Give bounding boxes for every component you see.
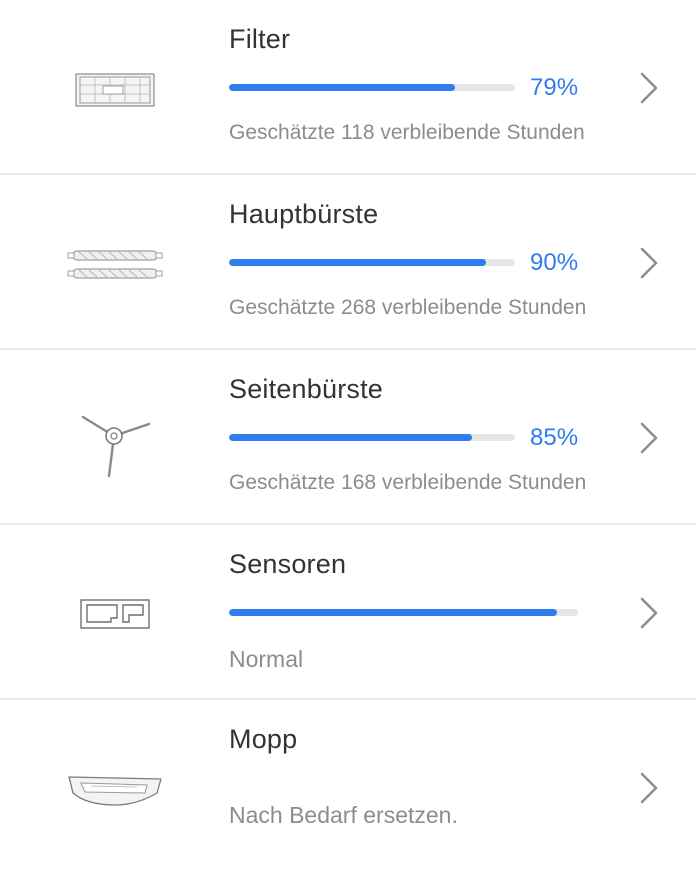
item-title: Sensoren <box>229 549 347 579</box>
item-title: Mopp <box>229 724 298 754</box>
consumables-list: Filter 79% Geschätzte 118 verbleibende S… <box>0 0 696 873</box>
item-subtitle: Geschätzte 268 verbleibende Stunden <box>229 296 587 319</box>
list-item-filter[interactable]: Filter 79% Geschätzte 118 verbleibende S… <box>0 0 696 175</box>
progress-bar <box>229 259 515 266</box>
item-subtitle: Nach Bedarf ersetzen. <box>229 802 458 828</box>
progress-fill <box>229 609 558 616</box>
percent-label: 85% <box>530 424 579 451</box>
side-brush-icon <box>60 400 170 480</box>
chevron-right-icon[interactable] <box>636 245 662 281</box>
chevron-right-icon[interactable] <box>636 770 662 806</box>
progress-bar <box>229 434 515 441</box>
item-subtitle: Geschätzte 118 verbleibende Stunden <box>229 121 585 144</box>
chevron-right-icon[interactable] <box>636 420 662 456</box>
progress-bar <box>229 609 578 616</box>
chevron-right-icon[interactable] <box>636 70 662 106</box>
list-item-sensors[interactable]: Sensoren Normal <box>0 525 696 700</box>
filter-icon <box>60 50 170 130</box>
progress-fill <box>229 84 455 91</box>
progress-bar <box>229 84 515 91</box>
main-brush-icon <box>60 225 170 305</box>
percent-label: 90% <box>530 249 579 276</box>
list-item-main-brush[interactable]: Hauptbürste 90% Geschätzte 268 verbleibe… <box>0 175 696 350</box>
percent-label: 79% <box>530 74 579 101</box>
chevron-right-icon[interactable] <box>636 595 662 631</box>
item-title: Hauptbürste <box>229 199 379 229</box>
item-title: Filter <box>229 24 291 54</box>
progress-fill <box>229 434 473 441</box>
progress-fill <box>229 259 487 266</box>
item-subtitle: Geschätzte 168 verbleibende Stunden <box>229 471 587 494</box>
item-title: Seitenbürste <box>229 374 383 404</box>
mop-icon <box>60 750 170 830</box>
list-item-mop[interactable]: Mopp Nach Bedarf ersetzen. <box>0 700 696 873</box>
sensor-icon <box>60 575 170 655</box>
list-item-side-brush[interactable]: Seitenbürste 85% Geschätzte 168 verbleib… <box>0 350 696 525</box>
item-subtitle: Normal <box>229 646 304 672</box>
